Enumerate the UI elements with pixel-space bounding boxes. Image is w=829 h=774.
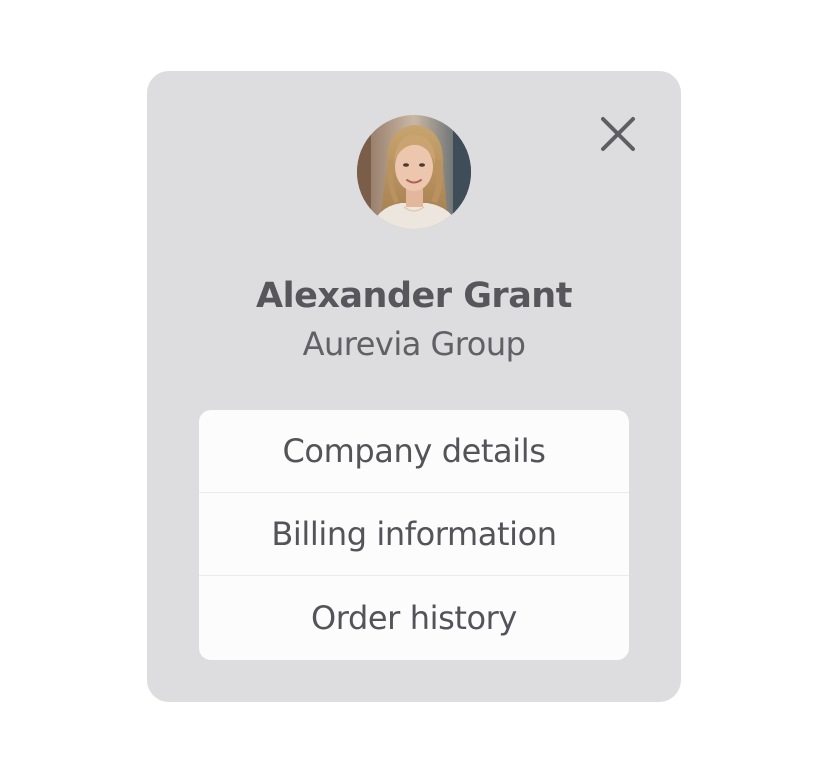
- close-button[interactable]: [593, 109, 643, 159]
- profile-menu: Company details Billing information Orde…: [199, 410, 629, 660]
- profile-company: Aurevia Group: [302, 325, 526, 363]
- menu-item-billing-information[interactable]: Billing information: [199, 493, 629, 576]
- menu-item-order-history[interactable]: Order history: [199, 576, 629, 660]
- profile-name: Alexander Grant: [256, 276, 572, 316]
- menu-item-company-details[interactable]: Company details: [199, 410, 629, 493]
- avatar-image: [357, 115, 471, 229]
- avatar: [357, 115, 471, 229]
- close-icon: [601, 117, 635, 151]
- profile-card: Alexander Grant Aurevia Group Company de…: [147, 71, 681, 702]
